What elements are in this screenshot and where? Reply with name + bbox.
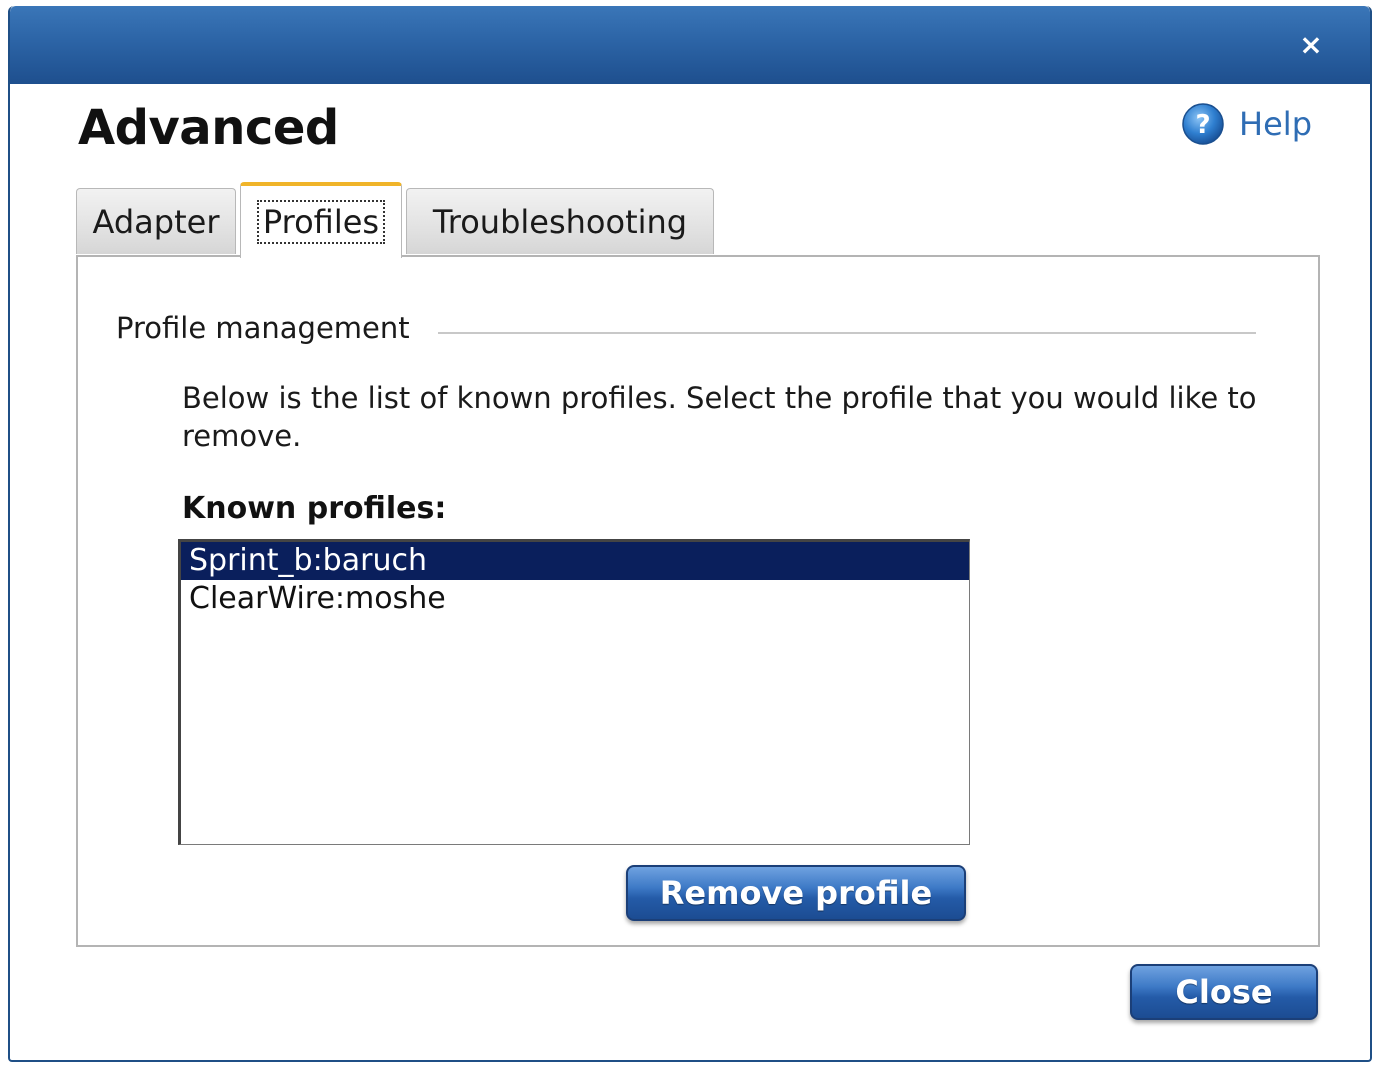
list-item[interactable]: Sprint_b:baruch bbox=[181, 542, 969, 580]
tab-adapter[interactable]: Adapter bbox=[76, 188, 236, 254]
known-profiles-label: Known profiles: bbox=[182, 491, 447, 526]
description-text: Below is the list of known profiles. Sel… bbox=[182, 381, 1257, 453]
help-question-icon: ? bbox=[1182, 103, 1224, 145]
tab-profiles-label: Profiles bbox=[256, 200, 386, 244]
title-bar[interactable]: × bbox=[10, 6, 1370, 84]
known-profiles-list[interactable]: Sprint_b:baruch ClearWire:moshe bbox=[178, 539, 970, 845]
tab-troubleshooting[interactable]: Troubleshooting bbox=[406, 188, 714, 254]
help-link[interactable]: ? Help bbox=[1181, 102, 1312, 146]
remove-profile-button[interactable]: Remove profile bbox=[626, 865, 966, 921]
tab-profiles[interactable]: Profiles bbox=[240, 182, 402, 258]
section-divider bbox=[438, 332, 1256, 334]
tab-adapter-label: Adapter bbox=[92, 202, 220, 241]
tab-panel-profiles: Profile management Below is the list of … bbox=[76, 255, 1320, 947]
advanced-dialog: × Advanced ? Help Adapter Troubleshootin… bbox=[8, 6, 1372, 1062]
close-window-icon[interactable]: × bbox=[1298, 31, 1324, 59]
help-label: Help bbox=[1239, 105, 1312, 143]
list-item[interactable]: ClearWire:moshe bbox=[181, 580, 969, 618]
svg-text:?: ? bbox=[1196, 110, 1211, 140]
page-title: Advanced bbox=[78, 100, 339, 156]
close-button[interactable]: Close bbox=[1130, 964, 1318, 1020]
tab-troubleshooting-label: Troubleshooting bbox=[432, 202, 688, 241]
section-title: Profile management bbox=[116, 311, 430, 345]
